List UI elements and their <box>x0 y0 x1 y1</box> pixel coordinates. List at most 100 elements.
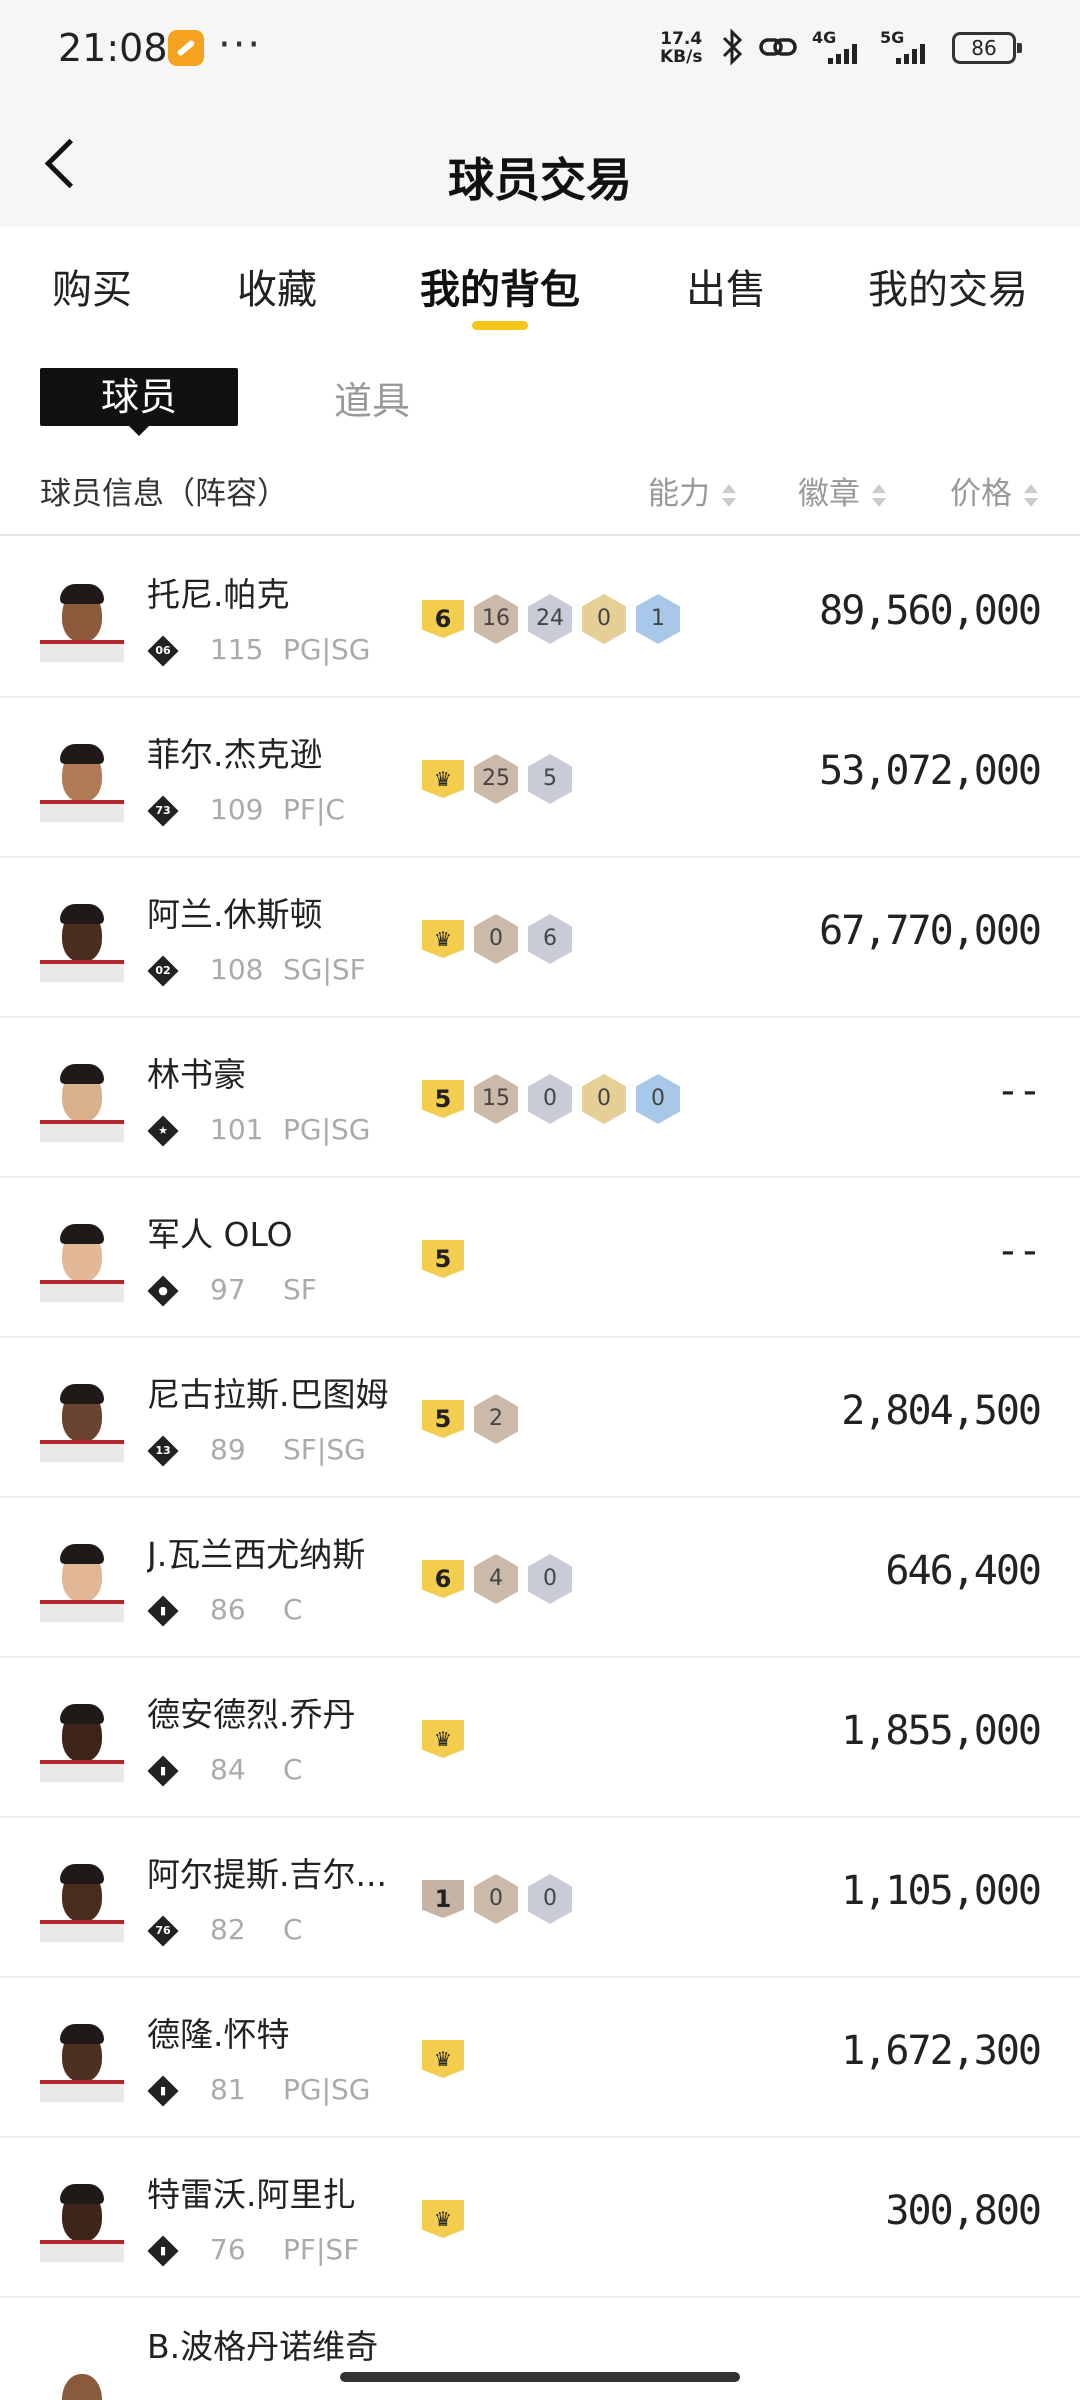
player-name: 阿兰.休斯顿 <box>147 895 323 934</box>
network-speed: 17.4 KB/s <box>660 30 702 66</box>
player-rating: 84 <box>210 1753 246 1786</box>
player-position: PF|SF <box>283 2233 360 2266</box>
lineup-icon: ▮ <box>147 2235 179 2267</box>
tab-my-backpack[interactable]: 我的背包 <box>420 257 580 315</box>
tier-badge: 6 <box>422 600 464 638</box>
player-avatar <box>40 1376 124 1462</box>
player-rating: 89 <box>210 1433 246 1466</box>
player-name: 阿尔提斯.吉尔... <box>147 1855 387 1894</box>
tier-badge: 1 <box>422 1880 464 1918</box>
lineup-number: ★ <box>158 1124 168 1137</box>
sort-badge-button[interactable]: 徽章 <box>798 468 886 513</box>
player-row-partial[interactable]: B.波格丹诺维奇 <box>0 2300 1080 2400</box>
tab-my-trades[interactable]: 我的交易 <box>868 257 1028 315</box>
lineup-icon: ▮ <box>147 1595 179 1627</box>
badge-count-hex: 5 <box>528 754 572 804</box>
player-avatar <box>40 736 124 822</box>
player-badges: 6 16 24 0 1 <box>422 594 680 644</box>
player-badges: 5 <box>422 1234 464 1284</box>
badge-count-hex: 4 <box>474 1554 518 1604</box>
tab-sell[interactable]: 出售 <box>686 257 766 315</box>
badge-count-hex: 0 <box>582 1074 626 1124</box>
lineup-number: ▮ <box>159 2084 167 2097</box>
player-name: 德隆.怀特 <box>147 2015 290 2054</box>
cellular-signal-1-icon: 4G <box>812 28 872 68</box>
active-tab-indicator <box>472 321 528 330</box>
tier-badge: ♛ <box>422 920 464 958</box>
player-rating: 97 <box>210 1273 246 1306</box>
list-header: 球员信息（阵容） 能力 徽章 价格 <box>0 450 1080 536</box>
tab-buy[interactable]: 购买 <box>52 257 132 315</box>
player-position: PG|SG <box>283 1113 371 1146</box>
player-position: PF|C <box>283 793 345 826</box>
badge-count-hex: 0 <box>528 1074 572 1124</box>
tier-badge: 6 <box>422 1560 464 1598</box>
badge-count-hex: 25 <box>474 754 518 804</box>
player-row[interactable]: 特雷沃.阿里扎 ▮ 76 PF|SF ♛ 300,800 <box>0 2138 1080 2298</box>
player-badges: ♛ <box>422 2034 464 2084</box>
player-row[interactable]: 尼古拉斯.巴图姆 13 89 SF|SG 52 2,804,500 <box>0 1338 1080 1498</box>
sort-ability-button[interactable]: 能力 <box>648 468 736 513</box>
player-position: PG|SG <box>283 633 371 666</box>
player-position: C <box>283 1593 303 1626</box>
subtab-items[interactable]: 道具 <box>334 370 410 425</box>
status-bar: 21:08 ··· 17.4 KB/s 4G 5G 86 <box>0 0 1080 100</box>
player-avatar <box>40 896 124 982</box>
badge-count-hex: 0 <box>528 1874 572 1924</box>
lineup-icon: 02 <box>147 955 179 987</box>
player-position: PG|SG <box>283 2073 371 2106</box>
player-avatar <box>40 1216 124 1302</box>
network-speed-unit: KB/s <box>660 47 703 67</box>
player-row[interactable]: 阿兰.休斯顿 02 108 SG|SF ♛ 0 6 67,770,000 <box>0 858 1080 1018</box>
tier-badge: ♛ <box>422 1720 464 1758</box>
player-price: 53,072,000 <box>819 748 1042 794</box>
player-row[interactable]: 林书豪 ★ 101 PG|SG 5 15 0 0 0 -- <box>0 1018 1080 1178</box>
player-name: 托尼.帕克 <box>147 575 290 614</box>
tier-badge: ♛ <box>422 760 464 798</box>
player-name: 特雷沃.阿里扎 <box>147 2175 356 2214</box>
status-time: 21:08 <box>58 26 168 70</box>
player-avatar <box>40 1696 124 1782</box>
home-indicator[interactable] <box>340 2372 740 2382</box>
tab-favorites[interactable]: 收藏 <box>237 257 317 315</box>
player-badges: 640 <box>422 1554 572 1604</box>
player-row[interactable]: 菲尔.杰克逊 73 109 PF|C ♛ 25 5 53,072,000 <box>0 698 1080 858</box>
player-row[interactable]: 德隆.怀特 ▮ 81 PG|SG ♛ 1,672,300 <box>0 1978 1080 2138</box>
battery-icon: 86 <box>952 32 1022 64</box>
lineup-icon: ▮ <box>147 2075 179 2107</box>
player-row[interactable]: 阿尔提斯.吉尔... 76 82 C 100 1,105,000 <box>0 1818 1080 1978</box>
player-avatar <box>40 1056 124 1142</box>
player-position: SG|SF <box>283 953 366 986</box>
player-row[interactable]: J.瓦兰西尤纳斯 ▮ 86 C 640 646,400 <box>0 1498 1080 1658</box>
player-name: J.瓦兰西尤纳斯 <box>147 1535 366 1574</box>
player-name: B.波格丹诺维奇 <box>147 2327 379 2366</box>
player-name: 军人 OLO <box>147 1215 293 1254</box>
player-row[interactable]: 德安德烈.乔丹 ▮ 84 C ♛ 1,855,000 <box>0 1658 1080 1818</box>
lineup-number: 06 <box>155 644 171 657</box>
player-row[interactable]: 军人 OLO ● 97 SF 5 -- <box>0 1178 1080 1338</box>
lineup-icon: 13 <box>147 1435 179 1467</box>
badge-count-hex: 0 <box>474 1874 518 1924</box>
tier-badge: ♛ <box>422 2200 464 2238</box>
player-price: 646,400 <box>885 1548 1042 1594</box>
player-rating: 101 <box>210 1113 264 1146</box>
app-notification-icon <box>168 30 204 66</box>
player-row[interactable]: 托尼.帕克 06 115 PG|SG 6 16 24 0 1 89,560,000 <box>0 538 1080 698</box>
player-price: -- <box>995 1068 1042 1114</box>
player-avatar <box>40 2016 124 2102</box>
subtab-players[interactable]: 球员 <box>40 368 238 436</box>
player-price: 2,804,500 <box>841 1388 1042 1434</box>
sort-price-button[interactable]: 价格 <box>950 468 1038 513</box>
player-price: 67,770,000 <box>819 908 1042 954</box>
sort-arrows-icon <box>870 482 886 510</box>
player-badges: ♛ <box>422 2194 464 2244</box>
page-header: 球员交易 <box>0 100 1080 227</box>
player-position: SF <box>283 1273 317 1306</box>
player-avatar <box>40 1536 124 1622</box>
player-badges: 52 <box>422 1394 518 1444</box>
lineup-number: 76 <box>155 1924 171 1937</box>
player-badges: ♛ <box>422 1714 464 1764</box>
player-rating: 82 <box>210 1913 246 1946</box>
sort-price-label: 价格 <box>950 476 1012 512</box>
lineup-number: ● <box>158 1284 168 1297</box>
